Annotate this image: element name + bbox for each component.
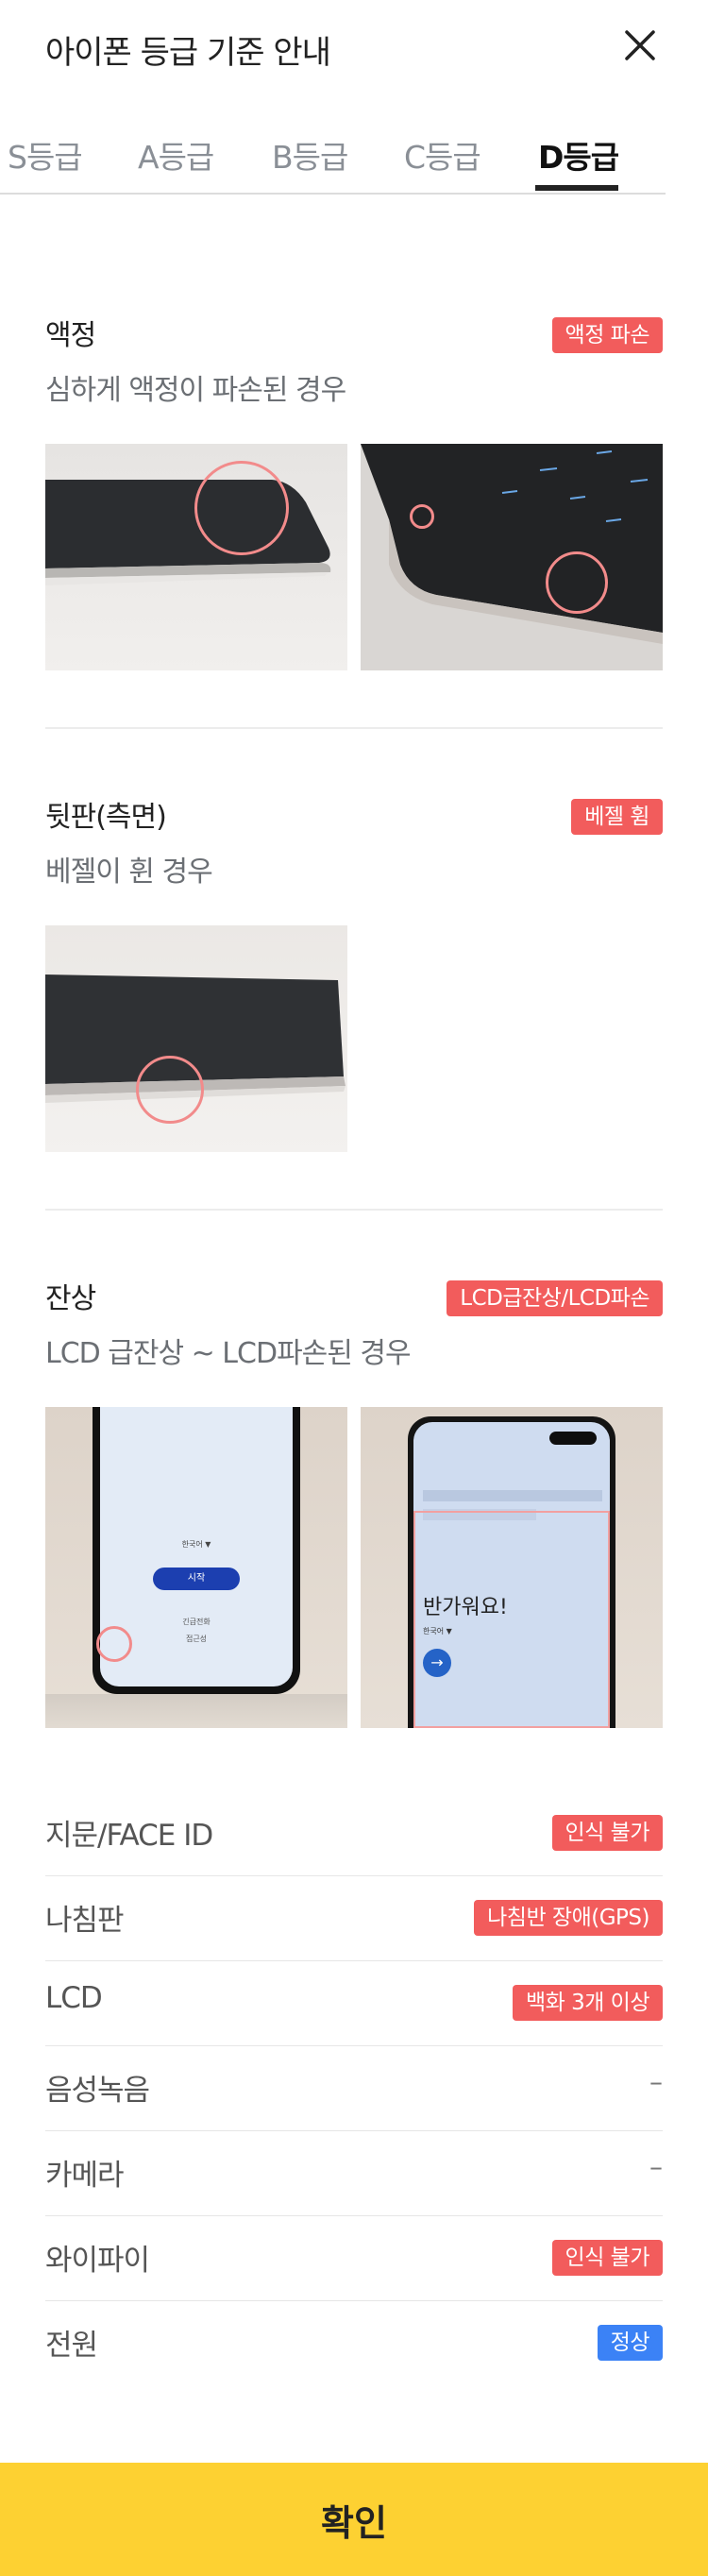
section-description: LCD 급잔상 ~ LCD파손된 경우 xyxy=(45,1337,412,1370)
status-badge: LCD급잔상/LCD파손 xyxy=(447,1280,663,1316)
spec-row-voice-recording: 음성녹음 – xyxy=(45,2045,663,2130)
status-badge: 정상 xyxy=(597,2325,663,2361)
section-label-afterimage: 잔상 xyxy=(45,1282,96,1315)
status-badge: 베젤 휨 xyxy=(571,799,663,835)
section-label-lcd: 액정 xyxy=(45,319,96,352)
tab-d-grade[interactable]: D등급 xyxy=(538,132,619,178)
spec-key: LCD xyxy=(45,1981,103,2015)
section-divider xyxy=(45,727,663,729)
confirm-button[interactable]: 확인 xyxy=(0,2463,708,2576)
afterimage-photo-2: 반가워요! 한국어 ▼ → xyxy=(361,1407,663,1728)
grade-tabs: S등급 A등급 B등급 C등급 D등급 xyxy=(0,123,666,195)
lcd-photo-1 xyxy=(45,444,347,670)
status-badge: 나침반 장애(GPS) xyxy=(474,1900,663,1936)
lcd-photo-2 xyxy=(361,444,663,670)
section-description: 심하게 액정이 파손된 경우 xyxy=(45,374,346,407)
section-description: 베젤이 휜 경우 xyxy=(45,856,213,889)
spec-value: – xyxy=(649,2066,663,2097)
spec-key: 카메라 xyxy=(45,2159,125,2193)
spec-row-power: 전원 정상 xyxy=(45,2300,663,2385)
section-label-back: 뒷판(측면) xyxy=(45,801,167,834)
spec-key: 음성녹음 xyxy=(45,2074,150,2108)
back-photo xyxy=(45,925,347,1152)
spec-row-compass: 나침판 나침반 장애(GPS) xyxy=(45,1875,663,1960)
tab-c-grade[interactable]: C등급 xyxy=(404,132,481,178)
confirm-label: 확인 xyxy=(321,2501,387,2544)
header: 아이폰 등급 기준 안내 xyxy=(0,0,708,94)
spec-row-camera: 카메라 – xyxy=(45,2130,663,2215)
tab-a-grade[interactable]: A등급 xyxy=(138,132,214,178)
spec-value: – xyxy=(649,2151,663,2182)
tab-b-grade[interactable]: B등급 xyxy=(272,132,348,178)
close-icon[interactable] xyxy=(617,23,663,68)
active-tab-indicator xyxy=(535,185,618,191)
spec-row-lcd: LCD 백화 3개 이상 xyxy=(45,1960,663,2045)
status-badge: 액정 파손 xyxy=(551,317,663,353)
spec-row-wifi: 와이파이 인식 불가 xyxy=(45,2215,663,2300)
spec-key: 전원 xyxy=(45,2329,98,2363)
page-title: 아이폰 등급 기준 안내 xyxy=(45,34,331,72)
section-divider xyxy=(45,1209,663,1211)
spec-key: 지문/FACE ID xyxy=(45,1819,213,1853)
tab-s-grade[interactable]: S등급 xyxy=(8,132,83,178)
status-badge: 백화 3개 이상 xyxy=(512,1985,663,2021)
spec-key: 와이파이 xyxy=(45,2244,150,2278)
spec-key: 나침판 xyxy=(45,1904,125,1938)
spec-row-fingerprint: 지문/FACE ID 인식 불가 xyxy=(45,1790,663,1875)
status-badge: 인식 불가 xyxy=(551,2240,663,2276)
status-badge: 인식 불가 xyxy=(551,1815,663,1851)
afterimage-photo-1: 한국어 ▼ 시작 긴급전화 접근성 xyxy=(45,1407,347,1728)
